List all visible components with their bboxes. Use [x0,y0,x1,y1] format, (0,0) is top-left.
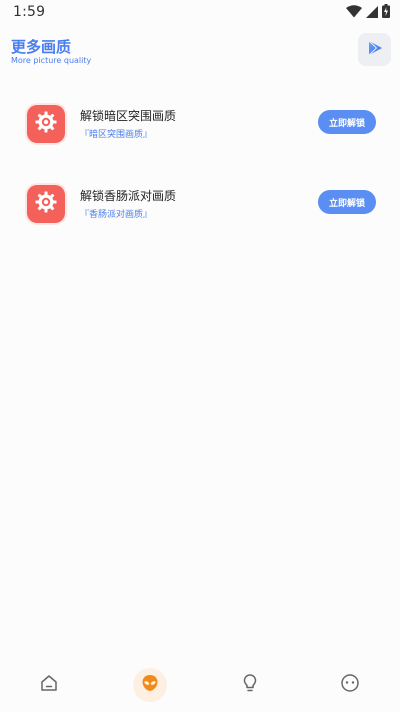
item-icon-container [27,185,65,223]
wifi-icon [346,3,362,22]
status-bar: 1:59 [0,0,400,24]
play-store-icon [367,40,383,60]
lightbulb-icon [240,673,260,697]
item-title: 解锁暗区突围画质 [80,109,177,123]
alien-icon [141,674,159,696]
item-subtitle: 『香肠派对画质』 [80,210,153,220]
nav-alien[interactable] [125,662,175,708]
status-time: 1:59 [13,4,46,20]
list-item: 解锁暗区突围画质 『暗区突围画质』 立即解锁 [0,105,400,165]
face-icon [340,673,360,697]
item-subtitle: 『暗区突围画质』 [80,130,153,140]
play-store-button[interactable] [358,33,391,66]
nav-profile[interactable] [325,662,375,708]
page-subtitle: More picture quality [11,56,92,65]
item-icon-container [27,105,65,143]
nav-active-indicator [133,668,167,702]
nav-ideas[interactable] [225,662,275,708]
unlock-button[interactable]: 立即解锁 [318,110,376,134]
battery-icon [382,3,390,22]
home-icon [39,673,59,697]
status-icons [346,3,390,22]
page-title: 更多画质 [11,38,72,56]
bottom-nav [0,662,400,712]
item-title: 解锁香肠派对画质 [80,189,177,203]
signal-icon [366,3,378,22]
list-item: 解锁香肠派对画质 『香肠派对画质』 立即解锁 [0,185,400,245]
unlock-button[interactable]: 立即解锁 [318,190,376,214]
settings-gear-icon [34,190,58,218]
settings-gear-icon [34,110,58,138]
nav-home[interactable] [24,662,74,708]
